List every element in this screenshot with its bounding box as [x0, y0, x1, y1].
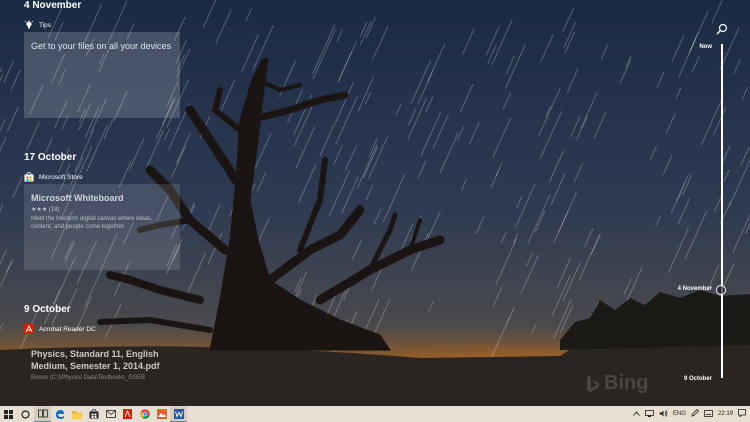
chrome-icon	[139, 409, 150, 419]
timeline-search-button[interactable]	[716, 22, 728, 35]
group-date-heading: 9 October	[24, 304, 71, 315]
app-row-acrobat: Acrobat Reader DC	[24, 324, 96, 334]
app-row-tips: Tips	[24, 20, 51, 30]
language-indicator[interactable]: ENG	[673, 411, 686, 417]
volume-icon[interactable]	[659, 409, 668, 419]
card-title: Microsoft Whiteboard	[31, 193, 124, 203]
taskbar-chrome[interactable]	[136, 406, 153, 422]
word-icon	[173, 408, 184, 419]
file-path: Boson (C:)\Physics Data\Textbooks_GSEB	[31, 375, 146, 381]
rating: ★★★ (18)	[31, 207, 60, 213]
taskbar: ENG 22:19	[0, 406, 750, 422]
timeline-scrollbar-track[interactable]	[721, 44, 723, 378]
task-view-button[interactable]	[34, 406, 51, 422]
start-button[interactable]	[0, 406, 17, 422]
acrobat-icon	[24, 324, 34, 334]
group-date-heading: 17 October	[24, 152, 77, 163]
notification-center-icon[interactable]	[738, 409, 746, 419]
store-bag-icon	[24, 172, 34, 182]
search-icon	[21, 409, 30, 419]
taskbar-store[interactable]	[85, 406, 102, 422]
network-icon[interactable]	[645, 409, 654, 419]
store-icon	[89, 409, 98, 419]
taskbar-edge[interactable]	[51, 406, 68, 422]
app-name: Microsoft Store	[39, 173, 83, 181]
acrobat-icon	[123, 409, 132, 419]
timeline-label-now: Now	[699, 44, 712, 50]
timeline-label-bottom: 9 October	[683, 376, 712, 382]
chevron-up-icon[interactable]	[633, 410, 640, 418]
card-title: Physics, Standard 11, English Medium, Se…	[31, 349, 160, 371]
timeline-label-mid: 4 November	[677, 286, 712, 292]
taskbar-explorer[interactable]	[68, 406, 85, 422]
mail-icon	[105, 410, 116, 418]
app-row-store: Microsoft Store	[24, 172, 83, 182]
windows-start-icon	[4, 409, 13, 419]
card-title: Get to your files on all your devices	[31, 41, 172, 51]
pen-icon[interactable]	[691, 408, 700, 419]
clock-time[interactable]: 22:19	[718, 411, 733, 417]
bing-logo-icon	[587, 375, 599, 392]
taskbar-mail[interactable]	[102, 406, 119, 422]
watermark-text: Bing	[604, 372, 649, 394]
taskbar-photos[interactable]	[153, 406, 170, 422]
group-date-heading: 4 November	[24, 0, 82, 11]
timeline-scrubber-handle[interactable]	[716, 285, 726, 295]
system-tray: ENG 22:19	[633, 406, 750, 422]
card-description: Meet the freeform digital canvas where i…	[31, 216, 153, 230]
activity-card-tips[interactable]: Get to your files on all your devices	[24, 32, 180, 118]
explorer-icon	[71, 410, 82, 419]
taskbar-acrobat[interactable]	[119, 406, 136, 422]
taskbar-word[interactable]	[170, 406, 187, 422]
bing-watermark: Bing	[586, 372, 648, 395]
activity-card-whiteboard[interactable]: Microsoft Whiteboard ★★★ (18) Meet the f…	[24, 184, 180, 270]
app-name: Tips	[39, 21, 52, 29]
activity-card-pdf[interactable]: Physics, Standard 11, English Medium, Se…	[24, 348, 184, 382]
search-icon	[716, 23, 728, 35]
taskbar-search-button[interactable]	[17, 406, 34, 422]
edge-icon	[55, 410, 64, 419]
photos-icon	[156, 409, 167, 419]
task-view-icon	[37, 409, 48, 418]
keyboard-icon[interactable]	[704, 409, 713, 419]
app-name: Acrobat Reader DC	[39, 325, 96, 333]
lightbulb-icon	[24, 20, 34, 30]
